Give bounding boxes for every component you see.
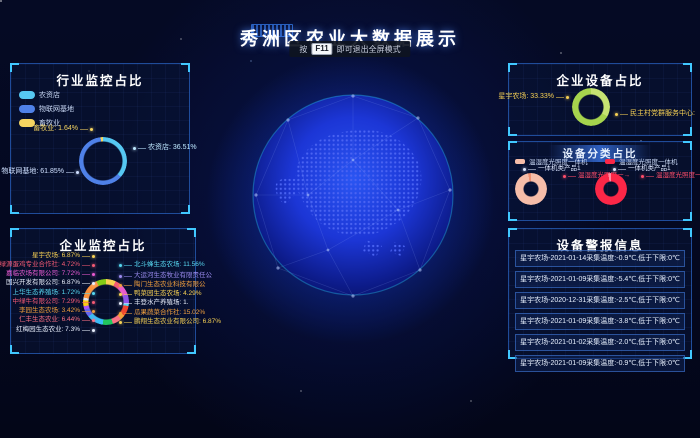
chart-label: 瓜果蔬菜合作社: 15.02% [119,309,205,317]
corner-decoration [683,141,692,150]
panel-title: 行业监控占比 [11,70,189,89]
enterprise-monitor-panel: 企业监控占比 星宇农场: 6.87% 绿源蛋鸡专业合作社: 4.72% 嘉临农场… [10,228,196,354]
corner-decoration [508,212,517,221]
equipment-donut-chart[interactable] [572,88,610,126]
f11-key-badge: F11 [311,43,332,55]
chart-label: 上华生态养殖场: 1.72% [13,289,95,297]
device-class-donut-right[interactable] [595,173,627,205]
equipment-ratio-panel: 企业设备占比 星宇农场: 33.33% 民主村党群服务中心: [508,63,692,136]
chart-label: 大运河生态牧业有限责任公 [119,272,212,280]
corner-decoration [683,127,692,136]
background-stars [0,0,2,2]
alarm-row: 星宇农场-2021-01-09采集温度:-0.9℃,低于下限:0℃ [515,355,685,372]
legend-swatch [19,91,35,99]
dashboard: 秀洲区农业大数据展示 按 F11 即可退出全屏模式 [0,0,700,438]
panel-title: 企业设备占比 [509,70,691,89]
chart-label: 北斗蜂生态农场: 11.56% [119,261,205,269]
chart-label: 国兴开发有限公司: 6.87% [13,279,95,287]
legend-label: 物联网基地 [39,104,74,114]
alarm-list: 星宇农场-2021-01-14采集温度:-0.9℃,低于下限:0℃ 星宇农场-2… [515,250,685,372]
hint-prefix: 按 [299,44,307,55]
chart-label: 绿源蛋鸡专业合作社: 4.72% [13,261,95,269]
device-class-donut-left[interactable] [515,173,547,205]
chart-label: 红梅园生态农业: 7.3% [13,326,95,334]
alarm-row: 星宇农场-2021-01-14采集温度:-0.9℃,低于下限:0℃ [515,250,685,267]
corner-decoration [10,345,19,354]
chart-label: 陶门生态农业科技有限公 [119,281,206,289]
legend-label: 农资店 [39,90,60,100]
chart-label: 中绿牛有限公司: 7.29% [13,298,95,306]
chart-label: 畜牧业: 1.64% [15,125,93,133]
corner-decoration [10,205,19,214]
chart-label: 仁丰生态农业: 6.44% [13,316,95,324]
legend-swatch [605,159,615,164]
industry-monitor-panel: 行业监控占比 农资店 物联网基地 畜牧业 畜牧业: 1.64% 农资店: 36.… [10,63,190,214]
chart-label: 嘉临农场有限公司: 7.72% [13,270,95,278]
legend-swatch [19,105,35,113]
chart-label: 鸭菜园生态农场: 4.29% [119,290,202,298]
alarm-row: 星宇农场-2021-01-09采集温度:-3.8℃,低于下限:0℃ [515,313,685,330]
chart-label: 李园生态农场: 3.42% [13,307,95,315]
corner-decoration [683,212,692,221]
alarm-row: 星宇农场-2021-01-09采集温度:-5.4℃,低于下限:0℃ [515,271,685,288]
chart-label: 星宇农场: 6.87% [13,252,95,260]
legend-swatch [515,159,525,164]
corner-decoration [187,345,196,354]
device-alarm-panel: 设备警报信息 星宇农场-2021-01-14采集温度:-0.9℃,低于下限:0℃… [508,228,692,359]
legend-item[interactable]: 物联网基地 [19,104,74,114]
globe-visualization [248,90,458,300]
alarm-row: 星宇农场-2020-12-31采集温度:-2.5℃,低于下限:0℃ [515,292,685,309]
chart-label: 农资店: 36.51% [133,144,197,152]
legend-item[interactable]: 农资店 [19,90,74,100]
chart-label: 鹏翔生态农业有限公司: 6.87% [119,318,221,326]
alarm-row: 星宇农场-2021-01-02采集温度:-2.0℃,低于下限:0℃ [515,334,685,351]
corner-decoration [508,127,517,136]
chart-label: 民主村党群服务中心: [615,110,695,118]
chart-label: 物联网基地: 61.85% [15,168,79,176]
industry-donut-chart[interactable] [79,137,127,185]
device-class-panel: 设备分类占比 温湿度光照度一体机 一体机类产品1 温湿度光照度一→ 温湿度光照度… [508,141,692,221]
chart-label: 温湿度光照度一→ [641,172,700,180]
chart-label: 丰登水产养殖场: 1. [119,299,189,307]
corner-decoration [181,205,190,214]
corner-decoration [508,141,517,150]
chart-label: 星宇农场: 33.33% [509,93,569,101]
